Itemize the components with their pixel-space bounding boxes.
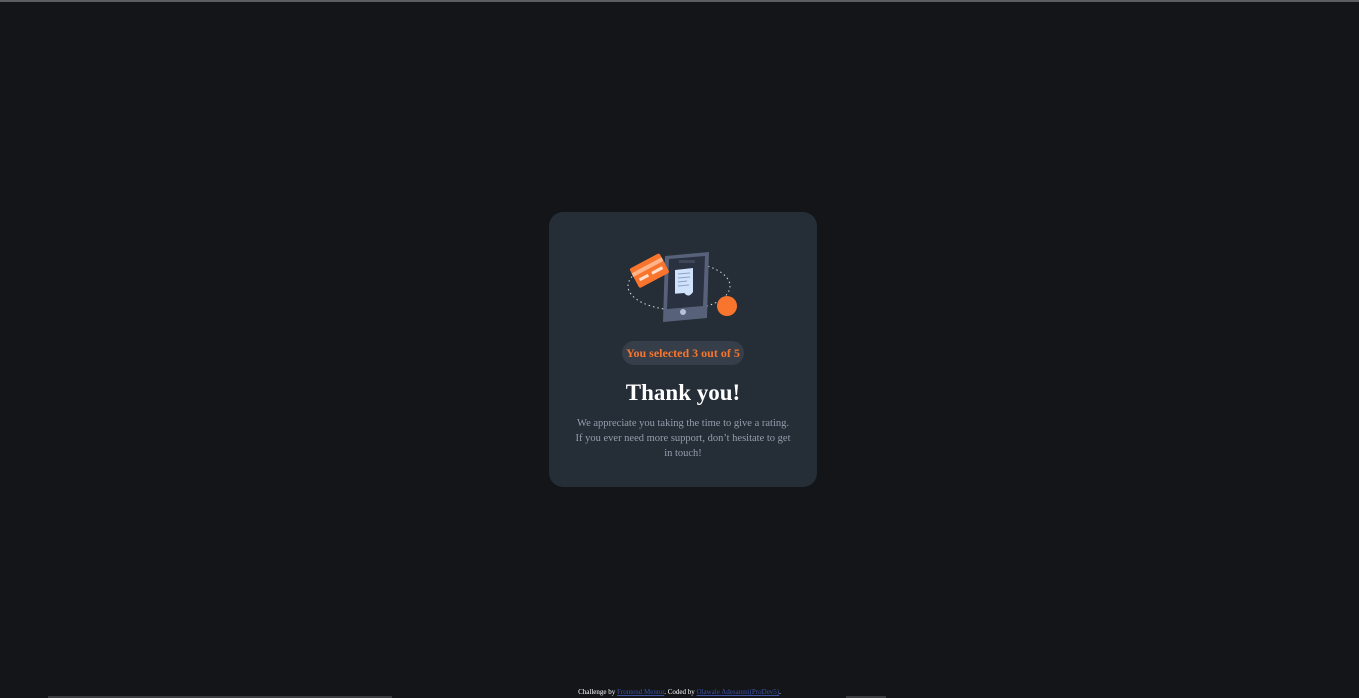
payment-phone-illustration [627, 252, 737, 322]
thank-you-description: We appreciate you taking the time to giv… [575, 418, 791, 459]
footer-suffix: . [779, 688, 781, 696]
author-link[interactable]: Olawale Adesanmi(ProDev5) [697, 688, 780, 696]
footer-prefix: Challenge by [578, 688, 617, 696]
thank-you-title: Thank you! [625, 380, 741, 405]
top-border [0, 0, 1359, 2]
selected-rating-badge: You selected 3 out of 5 [622, 341, 744, 365]
footer-middle: . Coded by [664, 688, 697, 696]
frontend-mentor-link[interactable]: Frontend Mentor [617, 688, 664, 696]
thank-you-card: You selected 3 out of 5 Thank you! We ap… [549, 212, 817, 487]
